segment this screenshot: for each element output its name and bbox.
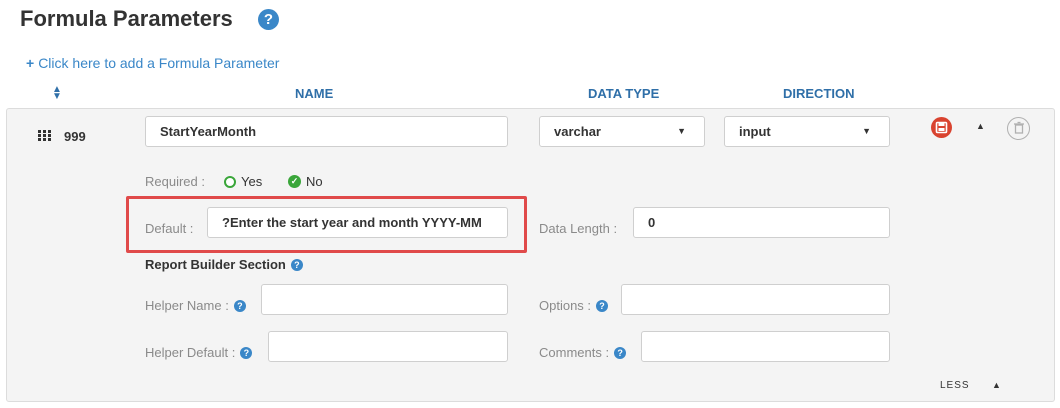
options-input[interactable] xyxy=(621,284,890,315)
helper-default-label: Helper Default : xyxy=(145,345,236,360)
required-yes-radio[interactable]: Yes xyxy=(224,174,262,189)
column-header-data-type: DATA TYPE xyxy=(588,86,660,101)
page-title: Formula Parameters xyxy=(20,6,233,31)
radio-unchecked-icon xyxy=(224,175,236,188)
required-no-radio[interactable]: ✓ No xyxy=(288,174,323,189)
data-length-input[interactable]: 0 xyxy=(633,207,890,238)
required-no-label: No xyxy=(306,174,323,189)
help-icon[interactable]: ? xyxy=(596,299,609,312)
caret-up-icon[interactable]: ▲ xyxy=(992,380,1001,390)
data-length-label: Data Length : xyxy=(539,221,618,236)
less-toggle[interactable]: LESS xyxy=(940,380,970,391)
comments-input[interactable] xyxy=(641,331,890,362)
sort-icon[interactable]: ▲ ▼ xyxy=(52,85,62,102)
report-builder-title: Report Builder Section xyxy=(145,257,286,272)
direction-select[interactable]: input ▼ xyxy=(724,116,890,147)
helper-name-input[interactable] xyxy=(261,284,508,315)
column-header-direction: DIRECTION xyxy=(783,86,855,101)
required-yes-label: Yes xyxy=(241,174,263,189)
required-label: Required : xyxy=(145,174,205,189)
options-label: Options : xyxy=(539,298,592,313)
helper-default-input[interactable] xyxy=(268,331,508,362)
help-icon[interactable]: ? xyxy=(258,9,279,30)
direction-value: input xyxy=(739,124,771,139)
plus-icon: + xyxy=(26,55,35,71)
help-icon[interactable]: ? xyxy=(240,346,253,359)
report-builder-heading: Report Builder Section ? xyxy=(145,257,303,272)
data-type-value: varchar xyxy=(554,124,601,139)
add-formula-parameter-link[interactable]: + Click here to add a Formula Parameter xyxy=(26,55,279,71)
helper-default-label-group: Helper Default : ? xyxy=(145,345,253,360)
options-label-group: Options : ? xyxy=(539,298,609,313)
trash-icon[interactable] xyxy=(1007,117,1030,140)
helper-name-label: Helper Name : xyxy=(145,298,229,313)
helper-name-label-group: Helper Name : ? xyxy=(145,298,246,313)
collapse-caret-icon[interactable]: ▲ xyxy=(976,121,985,131)
column-header-name: NAME xyxy=(295,86,334,101)
comments-label-group: Comments : ? xyxy=(539,345,627,360)
row-number: 999 xyxy=(64,129,86,144)
add-link-label: Click here to add a Formula Parameter xyxy=(38,55,280,71)
name-input[interactable]: StartYearMonth xyxy=(145,116,508,147)
data-type-select[interactable]: varchar ▼ xyxy=(539,116,705,147)
comments-label: Comments : xyxy=(539,345,610,360)
drag-handle-icon[interactable] xyxy=(38,130,52,142)
radio-checked-icon: ✓ xyxy=(288,175,301,188)
highlight-box xyxy=(126,196,527,253)
help-icon[interactable]: ? xyxy=(614,346,627,359)
save-icon[interactable] xyxy=(931,117,952,138)
caret-down-icon: ▼ xyxy=(862,126,871,136)
caret-down-icon: ▼ xyxy=(677,126,686,136)
help-icon[interactable]: ? xyxy=(290,258,303,271)
help-icon[interactable]: ? xyxy=(233,299,246,312)
